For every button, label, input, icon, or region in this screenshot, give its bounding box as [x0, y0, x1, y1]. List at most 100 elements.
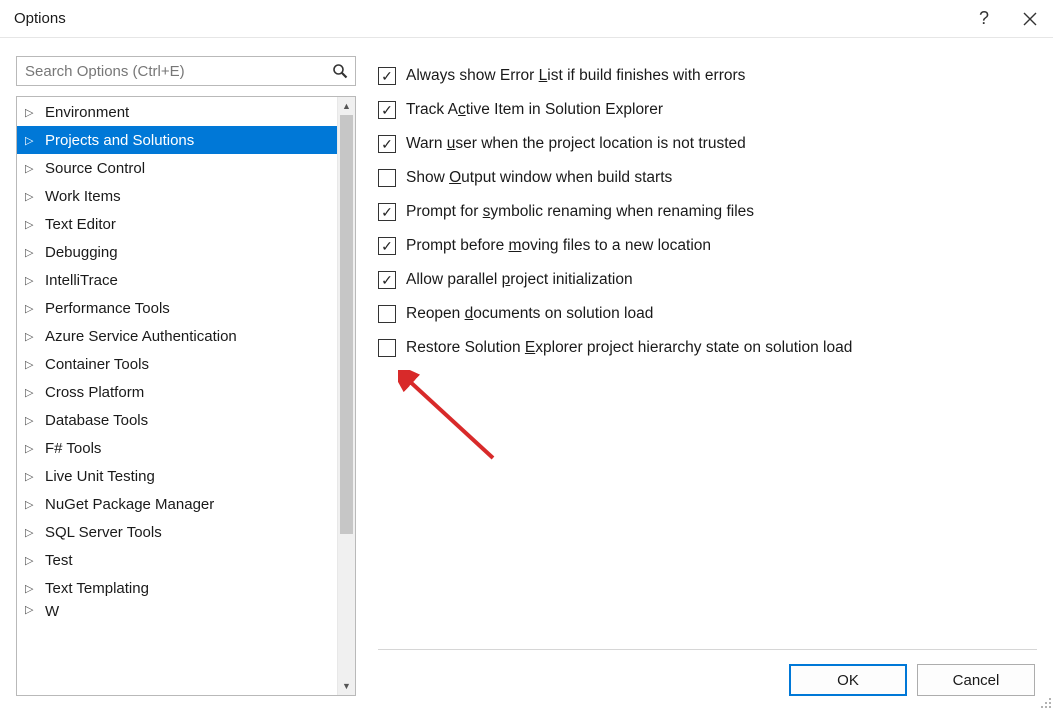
tree-list[interactable]: ▷Environment▷Projects and Solutions▷Sour… — [17, 97, 337, 695]
tree-expand-icon[interactable]: ▷ — [25, 358, 39, 371]
tree-item[interactable]: ▷IntelliTrace — [17, 266, 337, 294]
option-row: Prompt before moving files to a new loca… — [378, 229, 1037, 263]
dialog-content: ▷Environment▷Projects and Solutions▷Sour… — [0, 38, 1053, 710]
main-row: ▷Environment▷Projects and Solutions▷Sour… — [16, 56, 1037, 696]
option-row: Allow parallel project initialization — [378, 263, 1037, 297]
tree-item[interactable]: ▷W — [17, 602, 337, 620]
tree-item[interactable]: ▷Environment — [17, 98, 337, 126]
search-icon[interactable] — [325, 63, 355, 79]
tree-item-label: F# Tools — [45, 440, 101, 457]
tree-expand-icon[interactable]: ▷ — [25, 470, 39, 483]
tree-item[interactable]: ▷ Cross Platform — [17, 378, 337, 406]
option-row: Restore Solution Explorer project hierar… — [378, 331, 1037, 365]
tree-expand-icon[interactable]: ▷ — [25, 554, 39, 567]
tree-expand-icon[interactable]: ▷ — [25, 218, 39, 231]
tree-item-label: Cross Platform — [45, 384, 144, 401]
tree-item-label: Source Control — [45, 160, 145, 177]
tree-item[interactable]: ▷ Live Unit Testing — [17, 462, 337, 490]
checkbox[interactable] — [378, 237, 396, 255]
tree-expand-icon[interactable]: ▷ — [25, 386, 39, 399]
scroll-up-icon[interactable]: ▲ — [338, 97, 355, 115]
option-row: Reopen documents on solution load — [378, 297, 1037, 331]
scrollbar[interactable]: ▲ ▼ — [337, 97, 355, 695]
tree-item[interactable]: ▷ Debugging — [17, 238, 337, 266]
tree-item-label: Performance Tools — [45, 300, 170, 317]
tree-item[interactable]: ▷ NuGet Package Manager — [17, 490, 337, 518]
option-label[interactable]: Prompt for symbolic renaming when renami… — [406, 203, 754, 221]
option-row: Prompt for symbolic renaming when renami… — [378, 195, 1037, 229]
checkbox[interactable] — [378, 305, 396, 323]
option-row: Show Output window when build starts — [378, 161, 1037, 195]
checkbox[interactable] — [378, 101, 396, 119]
tree-item-label: Debugging — [45, 244, 118, 261]
option-label[interactable]: Restore Solution Explorer project hierar… — [406, 339, 852, 357]
tree-item[interactable]: ▷ F# Tools — [17, 434, 337, 462]
option-label[interactable]: Track Active Item in Solution Explorer — [406, 101, 663, 119]
right-column: Always show Error List if build finishes… — [378, 56, 1037, 696]
checkbox[interactable] — [378, 135, 396, 153]
resize-grip[interactable] — [1038, 695, 1052, 709]
ok-button[interactable]: OK — [789, 664, 907, 696]
tree-expand-icon[interactable]: ▷ — [25, 330, 39, 343]
tree-item[interactable]: ▷ Text Templating — [17, 574, 337, 602]
tree-item-label: NuGet Package Manager — [45, 496, 214, 513]
tree-expand-icon[interactable]: ▷ — [25, 162, 39, 175]
scroll-down-icon[interactable]: ▼ — [338, 677, 355, 695]
option-label[interactable]: Warn user when the project location is n… — [406, 135, 746, 153]
option-row: Always show Error List if build finishes… — [378, 59, 1037, 93]
close-icon — [1023, 12, 1037, 26]
tree-expand-icon[interactable]: ▷ — [25, 442, 39, 455]
tree-item-label: Text Editor — [45, 216, 116, 233]
options-list: Always show Error List if build finishes… — [378, 59, 1037, 365]
divider — [378, 649, 1037, 650]
tree-item[interactable]: ▷Projects and Solutions — [17, 126, 337, 154]
option-label[interactable]: Reopen documents on solution load — [406, 305, 653, 323]
tree-item[interactable]: ▷ Source Control — [17, 154, 337, 182]
scroll-thumb[interactable] — [340, 115, 353, 534]
tree-item-label: Database Tools — [45, 412, 148, 429]
tree-expand-icon[interactable]: ▷ — [25, 134, 39, 147]
close-button[interactable] — [1007, 0, 1053, 38]
tree-expand-icon[interactable]: ▷ — [25, 498, 39, 511]
option-label[interactable]: Allow parallel project initialization — [406, 271, 633, 289]
tree-expand-icon[interactable]: ▷ — [25, 190, 39, 203]
search-box[interactable] — [16, 56, 356, 86]
checkbox[interactable] — [378, 339, 396, 357]
tree-expand-icon[interactable]: ▷ — [25, 106, 39, 119]
checkbox[interactable] — [378, 67, 396, 85]
tree-item[interactable]: ▷ Performance Tools — [17, 294, 337, 322]
tree-item-label: SQL Server Tools — [45, 524, 162, 541]
tree-item[interactable]: ▷ Text Editor — [17, 210, 337, 238]
tree-expand-icon[interactable]: ▷ — [25, 603, 39, 616]
option-label[interactable]: Prompt before moving files to a new loca… — [406, 237, 711, 255]
checkbox[interactable] — [378, 169, 396, 187]
tree-item-label: Test — [45, 552, 73, 569]
tree-item[interactable]: ▷ Test — [17, 546, 337, 574]
tree-item-label: Container Tools — [45, 356, 149, 373]
help-button[interactable]: ? — [961, 0, 1007, 38]
tree-expand-icon[interactable]: ▷ — [25, 414, 39, 427]
tree-item[interactable]: ▷ Container Tools — [17, 350, 337, 378]
button-row: OK Cancel — [378, 664, 1037, 696]
tree-item-label: Text Templating — [45, 580, 149, 597]
search-input[interactable] — [17, 63, 325, 80]
option-label[interactable]: Always show Error List if build finishes… — [406, 67, 745, 85]
tree-item-label: W — [45, 603, 59, 620]
tree-item[interactable]: ▷ SQL Server Tools — [17, 518, 337, 546]
option-label[interactable]: Show Output window when build starts — [406, 169, 672, 187]
cancel-button[interactable]: Cancel — [917, 664, 1035, 696]
tree-item[interactable]: ▷Azure Service Authentication — [17, 322, 337, 350]
tree-item[interactable]: ▷Work Items — [17, 182, 337, 210]
option-row: Track Active Item in Solution Explorer — [378, 93, 1037, 127]
option-row: Warn user when the project location is n… — [378, 127, 1037, 161]
window-title: Options — [14, 10, 961, 27]
tree-expand-icon[interactable]: ▷ — [25, 274, 39, 287]
tree-expand-icon[interactable]: ▷ — [25, 582, 39, 595]
tree-item[interactable]: ▷ Database Tools — [17, 406, 337, 434]
tree-expand-icon[interactable]: ▷ — [25, 246, 39, 259]
checkbox[interactable] — [378, 203, 396, 221]
tree-expand-icon[interactable]: ▷ — [25, 302, 39, 315]
tree-expand-icon[interactable]: ▷ — [25, 526, 39, 539]
tree-item-label: Live Unit Testing — [45, 468, 155, 485]
checkbox[interactable] — [378, 271, 396, 289]
